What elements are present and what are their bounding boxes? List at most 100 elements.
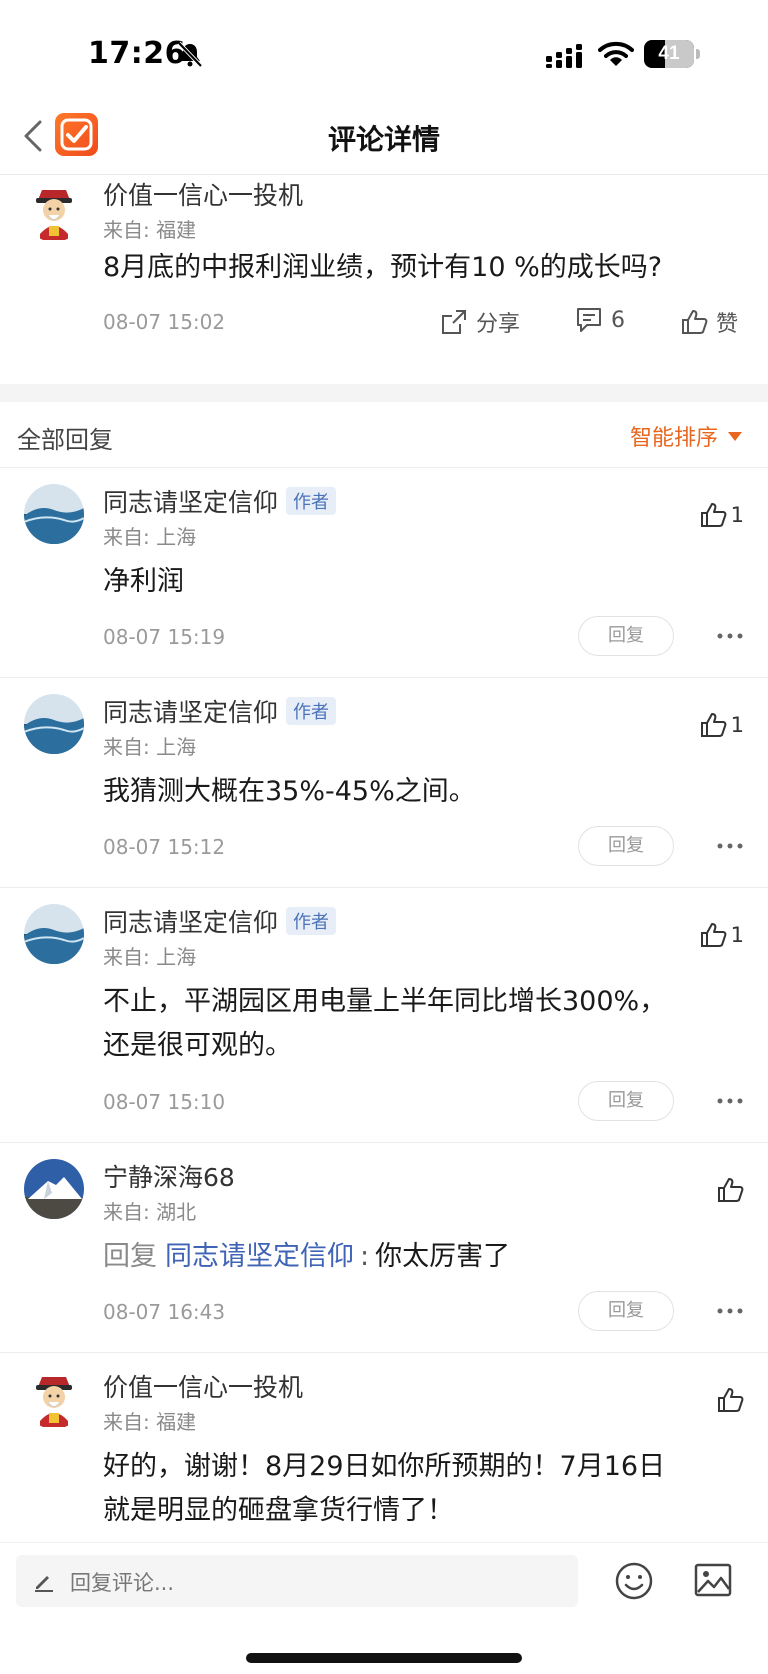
reply-button[interactable]: 回复: [578, 1081, 674, 1121]
mascot-avatar-icon: [24, 182, 84, 242]
like-button[interactable]: 1: [699, 711, 744, 739]
like-count: 1: [730, 713, 744, 737]
reply-item: 同志请坚定信仰 作者 来自: 上海 净利润 08-07 15:19 1 回复: [0, 468, 768, 678]
like-count: 1: [730, 923, 744, 947]
reply-input[interactable]: 回复评论...: [16, 1555, 578, 1607]
share-button[interactable]: 分享: [440, 306, 520, 338]
comment-text-line: 就是明显的砸盘拿货行情了！: [103, 1495, 454, 1526]
like-button[interactable]: 赞: [680, 306, 738, 338]
reply-item: 价值一信心一投机 来自: 福建 好的，谢谢！8月29日如你所预期的！7月16日 …: [0, 1353, 768, 1542]
status-bar: 17:26 41: [0, 0, 768, 100]
reply-item: 宁静深海68 来自: 湖北 回复 同志请坚定信仰: 你太厉害了 08-07 16:4…: [0, 1143, 768, 1353]
timestamp: 08-07 15:19: [103, 625, 226, 649]
wave-avatar-icon: [24, 904, 84, 964]
reply-separator: :: [360, 1241, 370, 1272]
user-location: 来自: 上海: [103, 735, 197, 759]
user-name[interactable]: 价值一信心一投机: [103, 176, 303, 212]
user-name[interactable]: 宁静深海68: [103, 1158, 235, 1194]
thumbs-up-icon: [700, 713, 727, 737]
emoji-icon[interactable]: [614, 1561, 654, 1601]
user-location: 来自: 上海: [103, 945, 197, 969]
reply-button[interactable]: 回复: [578, 616, 674, 656]
comment-icon: [577, 308, 601, 332]
reply-button[interactable]: 回复: [578, 1291, 674, 1331]
wifi-icon: [598, 41, 634, 66]
nav-bar: 评论详情: [0, 100, 768, 175]
like-button[interactable]: 1: [699, 501, 744, 529]
comment-text: 我猜测大概在35%-45%之间。: [103, 776, 476, 807]
like-count: 1: [730, 503, 744, 527]
avatar[interactable]: [24, 694, 84, 754]
reply-placeholder: 回复评论...: [70, 1571, 175, 1595]
section-divider: [0, 384, 768, 402]
user-name-text[interactable]: 同志请坚定信仰: [103, 908, 278, 937]
user-location: 来自: 福建: [103, 1410, 197, 1434]
caret-down-icon: [728, 431, 742, 441]
avatar[interactable]: [24, 182, 84, 242]
reply-prefix: 回复: [103, 1241, 157, 1272]
avatar[interactable]: [24, 1369, 84, 1429]
user-location: 来自: 福建: [103, 218, 197, 242]
comment-text-line: 不止，平湖园区用电量上半年同比增长300%，: [103, 986, 667, 1017]
comment-text: 净利润: [103, 566, 184, 597]
reply-target-user[interactable]: 同志请坚定信仰: [165, 1241, 354, 1272]
user-location: 来自: 上海: [103, 525, 197, 549]
share-label: 分享: [476, 312, 521, 337]
comment-count-button[interactable]: 6: [575, 306, 625, 334]
user-name[interactable]: 同志请坚定信仰 作者: [103, 483, 337, 519]
more-icon[interactable]: [716, 1097, 744, 1105]
avatar[interactable]: [24, 904, 84, 964]
bell-muted-icon: [177, 41, 203, 68]
thumbs-up-icon: [700, 503, 727, 527]
replies-header: 全部回复 智能排序: [0, 402, 768, 468]
comment-count: 6: [611, 307, 625, 333]
reply-item: 同志请坚定信仰 作者 来自: 上海 不止，平湖园区用电量上半年同比增长300%， …: [0, 888, 768, 1143]
home-indicator: [246, 1653, 522, 1663]
battery-percent: 41: [658, 43, 680, 64]
thumbs-up-icon: [718, 1388, 744, 1412]
main-comment: 价值一信心一投机 来自: 福建 8月底的中报利润业绩，预计有10 %的成长吗? …: [0, 176, 768, 384]
battery-indicator: 41: [644, 40, 700, 68]
author-badge: 作者: [286, 487, 337, 515]
like-button[interactable]: [716, 1386, 744, 1414]
comment-text-line: 还是很可观的。: [103, 1030, 292, 1061]
user-name[interactable]: 同志请坚定信仰 作者: [103, 693, 337, 729]
user-name[interactable]: 价值一信心一投机: [103, 1368, 303, 1404]
more-icon[interactable]: [716, 842, 744, 850]
like-button[interactable]: [716, 1176, 744, 1204]
reply-button[interactable]: 回复: [578, 826, 674, 866]
user-name[interactable]: 同志请坚定信仰 作者: [103, 903, 337, 939]
user-location: 来自: 湖北: [103, 1200, 197, 1224]
like-label: 赞: [716, 312, 739, 337]
author-badge: 作者: [286, 697, 337, 725]
like-button[interactable]: 1: [699, 921, 744, 949]
reply-text: 你太厉害了: [375, 1241, 511, 1272]
pen-icon: [35, 1576, 53, 1592]
bottom-bar: 回复评论...: [0, 1542, 768, 1674]
timestamp: 08-07 15:02: [103, 310, 226, 334]
wave-avatar-icon: [24, 484, 84, 544]
more-icon[interactable]: [716, 632, 744, 640]
mountain-avatar-icon: [24, 1159, 84, 1219]
image-icon[interactable]: [694, 1563, 732, 1597]
mascot-avatar-icon: [24, 1369, 84, 1429]
cellular-signal-icon: [546, 44, 582, 68]
avatar[interactable]: [24, 484, 84, 544]
more-icon[interactable]: [716, 1307, 744, 1315]
comment-text: 回复 同志请坚定信仰: 你太厉害了: [103, 1235, 743, 1279]
avatar[interactable]: [24, 1159, 84, 1219]
sort-dropdown[interactable]: 智能排序: [630, 420, 742, 452]
status-time: 17:26: [88, 36, 186, 71]
reply-item: 同志请坚定信仰 作者 来自: 上海 我猜测大概在35%-45%之间。 08-07 …: [0, 678, 768, 888]
sort-label: 智能排序: [629, 426, 718, 451]
comment-text-line: 好的，谢谢！8月29日如你所预期的！7月16日: [103, 1451, 666, 1482]
user-name-text[interactable]: 同志请坚定信仰: [103, 698, 278, 727]
wave-avatar-icon: [24, 694, 84, 754]
user-name-text[interactable]: 同志请坚定信仰: [103, 488, 278, 517]
timestamp: 08-07 15:12: [103, 835, 226, 859]
thumbs-up-icon: [700, 923, 727, 947]
page-title: 评论详情: [327, 123, 440, 156]
thumbs-up-icon: [718, 1178, 744, 1202]
thumbs-up-icon: [682, 310, 708, 334]
comment-text: 8月底的中报利润业绩，预计有10 %的成长吗?: [103, 252, 663, 283]
